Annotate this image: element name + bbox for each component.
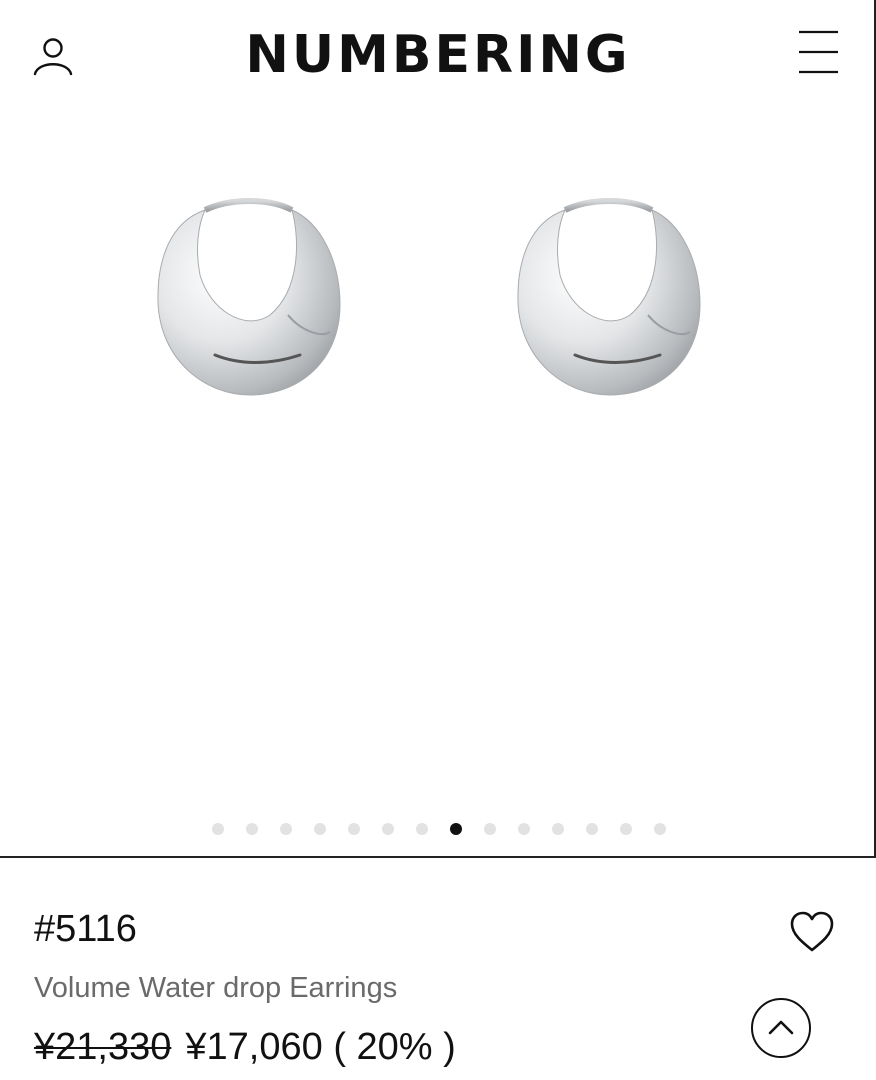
section-divider (0, 856, 876, 858)
hamburger-menu-icon (799, 30, 838, 74)
carousel-dot[interactable] (484, 823, 496, 835)
sale-price: ¥17,060 (185, 1026, 323, 1068)
original-price: ¥21,330 (34, 1026, 172, 1068)
carousel-dot[interactable] (586, 823, 598, 835)
carousel-dot[interactable] (280, 823, 292, 835)
product-name: Volume Water drop Earrings (34, 972, 398, 1004)
scroll-to-top-button[interactable] (751, 998, 811, 1058)
heart-outline-icon (790, 911, 834, 952)
carousel-dot[interactable] (552, 823, 564, 835)
carousel-dot[interactable] (620, 823, 632, 835)
earring-right (517, 198, 701, 396)
wishlist-button[interactable] (788, 908, 836, 956)
price-row: ¥21,330 ¥17,060 ( 20% ) (34, 1023, 456, 1071)
carousel-dot[interactable] (654, 823, 666, 835)
carousel-dot[interactable] (450, 823, 462, 835)
menu-button[interactable] (798, 30, 840, 74)
chevron-up-icon (768, 1020, 794, 1035)
carousel-dot[interactable] (314, 823, 326, 835)
brand-logo-title[interactable]: NUMBERING (0, 22, 876, 88)
earring-left (157, 198, 341, 396)
carousel-dot[interactable] (212, 823, 224, 835)
discount-percent: ( 20% ) (333, 1026, 456, 1068)
carousel-dot[interactable] (416, 823, 428, 835)
product-image (157, 198, 701, 396)
header: NUMBERING (0, 0, 876, 110)
carousel-dot[interactable] (348, 823, 360, 835)
carousel-dot[interactable] (518, 823, 530, 835)
product-image-gallery[interactable] (0, 110, 876, 850)
product-code: #5116 (34, 908, 137, 950)
carousel-pagination (0, 818, 876, 840)
carousel-dot[interactable] (246, 823, 258, 835)
carousel-dot[interactable] (382, 823, 394, 835)
